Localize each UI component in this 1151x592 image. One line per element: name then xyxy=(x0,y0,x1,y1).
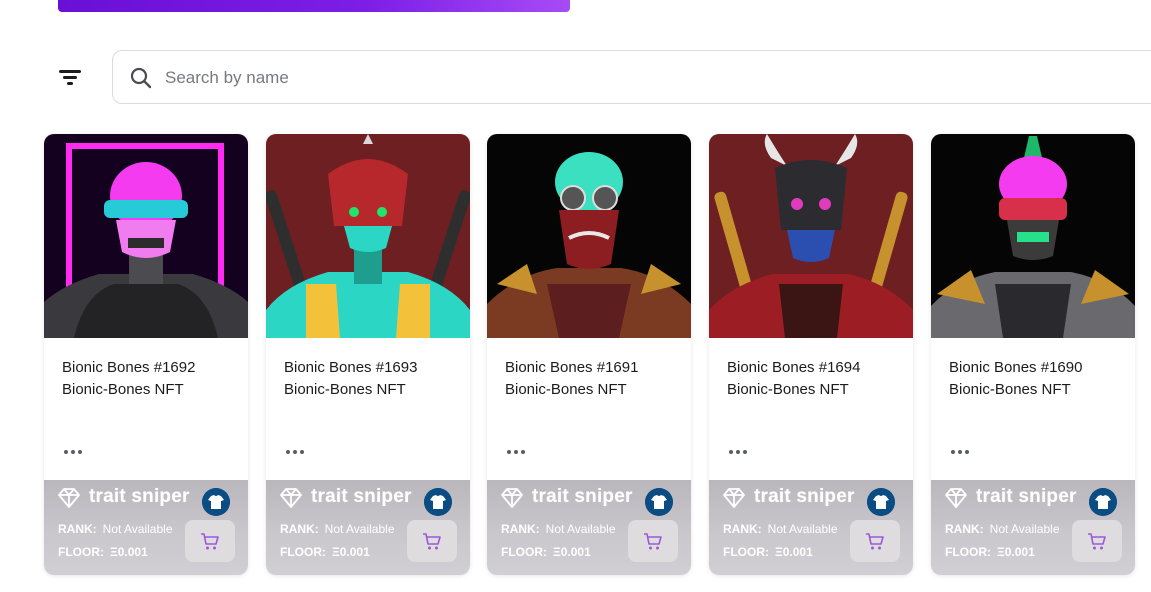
cart-icon xyxy=(866,533,884,550)
tshirt-icon[interactable] xyxy=(202,488,230,516)
rank-value: Not Available xyxy=(102,522,173,536)
add-to-cart-button[interactable] xyxy=(850,520,900,562)
nft-image[interactable] xyxy=(709,134,913,338)
cart-icon xyxy=(201,533,219,550)
tshirt-icon[interactable] xyxy=(1089,488,1117,516)
floor-value: Ξ0.001 xyxy=(775,545,813,559)
floor-row: FLOOR: Ξ0.001 xyxy=(723,545,813,559)
cart-icon xyxy=(644,533,662,550)
nft-card[interactable]: Bionic Bones #1692 Bionic-Bones NFT trai… xyxy=(44,134,248,575)
rank-row: RANK: Not Available xyxy=(501,522,616,536)
nft-card[interactable]: Bionic Bones #1690 Bionic-Bones NFT trai… xyxy=(931,134,1135,575)
floor-label: FLOOR: xyxy=(501,545,547,559)
floor-label: FLOOR: xyxy=(280,545,326,559)
diamond-icon xyxy=(501,488,523,508)
floor-label: FLOOR: xyxy=(723,545,769,559)
trait-sniper-logo-text: trait sniper xyxy=(754,486,855,507)
rank-row: RANK: Not Available xyxy=(945,522,1060,536)
rank-value: Not Available xyxy=(989,522,1060,536)
floor-row: FLOOR: Ξ0.001 xyxy=(280,545,370,559)
more-options-icon[interactable] xyxy=(64,446,88,458)
rank-row: RANK: Not Available xyxy=(723,522,838,536)
card-details: Bionic Bones #1691 Bionic-Bones NFT xyxy=(487,338,691,480)
card-details: Bionic Bones #1690 Bionic-Bones NFT xyxy=(931,338,1135,480)
collection-name: Bionic-Bones NFT xyxy=(284,381,406,398)
rank-value: Not Available xyxy=(324,522,395,536)
nft-name: Bionic Bones #1694 xyxy=(727,359,861,376)
tshirt-icon[interactable] xyxy=(645,488,673,516)
rank-label: RANK: xyxy=(723,522,762,536)
rank-label: RANK: xyxy=(58,522,97,536)
more-options-icon[interactable] xyxy=(951,446,975,458)
rank-value: Not Available xyxy=(545,522,616,536)
collection-name: Bionic-Bones NFT xyxy=(62,381,184,398)
floor-value: Ξ0.001 xyxy=(332,545,370,559)
trait-sniper-panel: trait sniper RANK: Not Available FLOOR: Ξ0… xyxy=(931,480,1135,575)
collection-name: Bionic-Bones NFT xyxy=(727,381,849,398)
floor-value: Ξ0.001 xyxy=(110,545,148,559)
trait-sniper-logo-text: trait sniper xyxy=(311,486,412,507)
nft-image[interactable] xyxy=(931,134,1135,338)
floor-label: FLOOR: xyxy=(945,545,991,559)
rank-value: Not Available xyxy=(767,522,838,536)
diamond-icon xyxy=(280,488,302,508)
add-to-cart-button[interactable] xyxy=(185,520,235,562)
nft-card[interactable]: Bionic Bones #1693 Bionic-Bones NFT trai… xyxy=(266,134,470,575)
trait-sniper-logo-text: trait sniper xyxy=(976,486,1077,507)
trait-sniper-panel: trait sniper RANK: Not Available FLOOR: Ξ0… xyxy=(266,480,470,575)
cart-icon xyxy=(423,533,441,550)
search-icon xyxy=(130,67,152,89)
add-to-cart-button[interactable] xyxy=(1072,520,1122,562)
filter-icon[interactable] xyxy=(56,64,86,90)
diamond-icon xyxy=(945,488,967,508)
nft-name: Bionic Bones #1692 xyxy=(62,359,196,376)
add-to-cart-button[interactable] xyxy=(628,520,678,562)
tshirt-icon[interactable] xyxy=(424,488,452,516)
floor-row: FLOOR: Ξ0.001 xyxy=(945,545,1035,559)
rank-label: RANK: xyxy=(945,522,984,536)
more-options-icon[interactable] xyxy=(507,446,531,458)
card-details: Bionic Bones #1693 Bionic-Bones NFT xyxy=(266,338,470,480)
trait-sniper-logo-text: trait sniper xyxy=(89,486,190,507)
collection-name: Bionic-Bones NFT xyxy=(505,381,627,398)
nft-image[interactable] xyxy=(266,134,470,338)
card-details: Bionic Bones #1692 Bionic-Bones NFT xyxy=(44,338,248,480)
promo-banner-bar xyxy=(58,0,570,12)
nft-image[interactable] xyxy=(44,134,248,338)
nft-name: Bionic Bones #1691 xyxy=(505,359,639,376)
more-options-icon[interactable] xyxy=(286,446,310,458)
rank-row: RANK: Not Available xyxy=(58,522,173,536)
add-to-cart-button[interactable] xyxy=(407,520,457,562)
tshirt-icon[interactable] xyxy=(867,488,895,516)
floor-value: Ξ0.001 xyxy=(553,545,591,559)
card-details: Bionic Bones #1694 Bionic-Bones NFT xyxy=(709,338,913,480)
search-input[interactable] xyxy=(165,63,1065,93)
floor-value: Ξ0.001 xyxy=(997,545,1035,559)
cart-icon xyxy=(1088,533,1106,550)
nft-card[interactable]: Bionic Bones #1691 Bionic-Bones NFT trai… xyxy=(487,134,691,575)
trait-sniper-panel: trait sniper RANK: Not Available FLOOR: Ξ0… xyxy=(44,480,248,575)
floor-row: FLOOR: Ξ0.001 xyxy=(58,545,148,559)
trait-sniper-panel: trait sniper RANK: Not Available FLOOR: Ξ0… xyxy=(709,480,913,575)
diamond-icon xyxy=(723,488,745,508)
diamond-icon xyxy=(58,488,80,508)
trait-sniper-panel: trait sniper RANK: Not Available FLOOR: Ξ0… xyxy=(487,480,691,575)
floor-label: FLOOR: xyxy=(58,545,104,559)
nft-image[interactable] xyxy=(487,134,691,338)
rank-row: RANK: Not Available xyxy=(280,522,395,536)
rank-label: RANK: xyxy=(280,522,319,536)
nft-name: Bionic Bones #1690 xyxy=(949,359,1083,376)
nft-name: Bionic Bones #1693 xyxy=(284,359,418,376)
floor-row: FLOOR: Ξ0.001 xyxy=(501,545,591,559)
rank-label: RANK: xyxy=(501,522,540,536)
more-options-icon[interactable] xyxy=(729,446,753,458)
search-bar[interactable] xyxy=(112,50,1151,104)
collection-name: Bionic-Bones NFT xyxy=(949,381,1071,398)
nft-card[interactable]: Bionic Bones #1694 Bionic-Bones NFT trai… xyxy=(709,134,913,575)
trait-sniper-logo-text: trait sniper xyxy=(532,486,633,507)
